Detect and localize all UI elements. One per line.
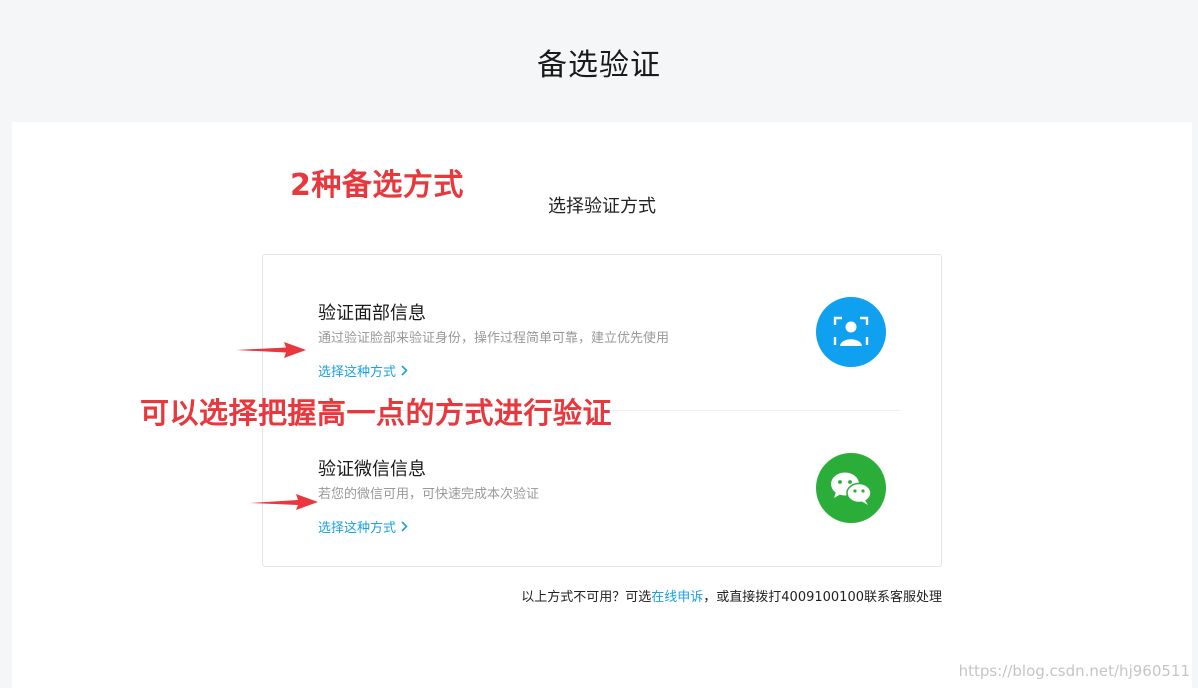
- annotation-choose-method: 可以选择把握高一点的方式进行验证: [140, 396, 613, 430]
- option-wechat-title: 验证微信信息: [318, 459, 426, 480]
- chevron-right-icon: [401, 365, 408, 376]
- footer-note-suffix: ，或直接拨打4009100100联系客服处理: [703, 590, 942, 605]
- wechat-icon[interactable]: [816, 453, 886, 523]
- option-face: 验证面部信息 通过验证脸部来验证身份，操作过程简单可靠，建立优先使用 选择这种方…: [263, 255, 941, 411]
- option-wechat-description: 若您的微信可用，可快速完成本次验证: [318, 487, 540, 502]
- online-appeal-link[interactable]: 在线申诉: [651, 590, 703, 605]
- annotation-two-options: 2种备选方式: [290, 168, 464, 203]
- option-face-title: 验证面部信息: [318, 303, 426, 324]
- footer-note-prefix: 以上方式不可用？可选: [521, 590, 652, 605]
- option-wechat-select-link[interactable]: 选择这种方式: [318, 517, 408, 536]
- option-wechat-select-label: 选择这种方式: [318, 521, 397, 536]
- option-face-select-link[interactable]: 选择这种方式: [318, 361, 408, 380]
- chevron-right-icon: [401, 521, 408, 532]
- annotation-arrow-icon: [250, 494, 318, 510]
- annotation-arrow-icon: [236, 342, 306, 358]
- verification-method-subtitle: 选择验证方式: [548, 196, 656, 217]
- face-scan-icon[interactable]: [816, 297, 886, 367]
- footer-note: 以上方式不可用？可选在线申诉，或直接拨打4009100100联系客服处理: [521, 586, 942, 605]
- page-title: 备选验证: [537, 48, 661, 83]
- option-face-select-label: 选择这种方式: [318, 365, 397, 380]
- option-wechat: 验证微信信息 若您的微信可用，可快速完成本次验证 选择这种方式: [263, 411, 941, 566]
- option-face-description: 通过验证脸部来验证身份，操作过程简单可靠，建立优先使用: [318, 331, 670, 346]
- watermark: https://blog.csdn.net/hj960511: [958, 662, 1190, 680]
